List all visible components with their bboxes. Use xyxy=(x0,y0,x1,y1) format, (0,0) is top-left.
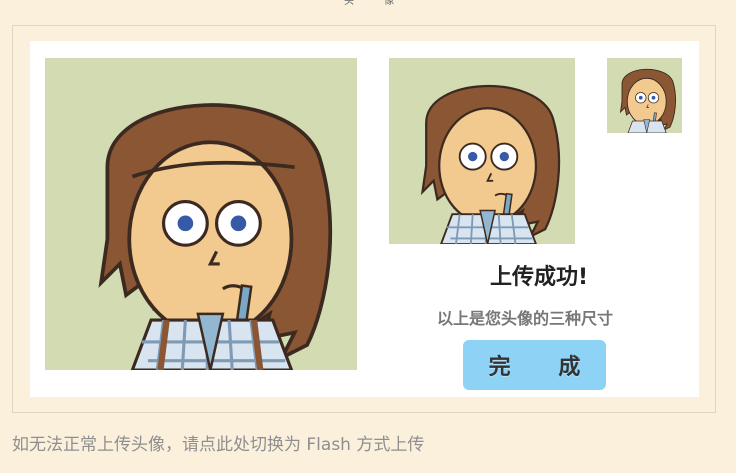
avatar-sizes-description: 以上是您头像的三种尺寸 xyxy=(436,309,613,328)
upload-success-title: 上传成功! xyxy=(489,265,589,290)
avatar-preview-medium xyxy=(389,58,575,244)
avatar-image-small xyxy=(607,58,682,133)
avatar-image-medium xyxy=(389,58,575,244)
top-partial-text: 头像 xyxy=(344,0,424,6)
done-button[interactable]: 完 成 xyxy=(463,340,606,390)
switch-upload-method-link[interactable]: 如无法正常上传头像，请点此处切换为 Flash 方式上传 xyxy=(12,430,424,455)
avatar-preview-large xyxy=(45,58,357,370)
avatar-preview-small xyxy=(607,58,682,133)
avatar-image-large xyxy=(45,58,357,370)
